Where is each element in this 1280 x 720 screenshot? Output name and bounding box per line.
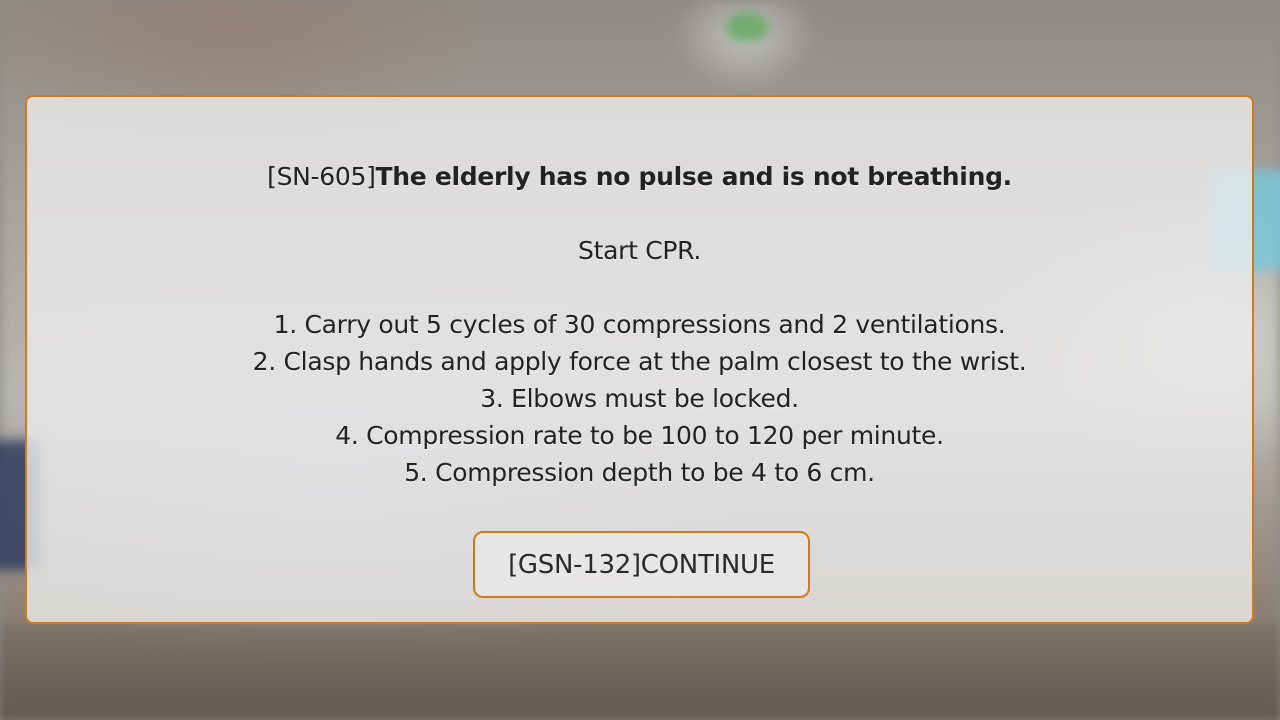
scene-floor [0, 625, 1280, 720]
cpr-instruction-dialog: [SN-605]The elderly has no pulse and is … [25, 95, 1254, 624]
cpr-step: 1. Carry out 5 cycles of 30 compressions… [273, 310, 1006, 339]
dialog-headline: [SN-605]The elderly has no pulse and is … [27, 158, 1252, 195]
headline-text: The elderly has no pulse and is not brea… [375, 162, 1013, 191]
cpr-step: 2. Clasp hands and apply force at the pa… [252, 347, 1027, 376]
cpr-step: 3. Elbows must be locked. [480, 384, 799, 413]
cpr-steps-list: 1. Carry out 5 cycles of 30 compressions… [27, 306, 1252, 491]
cpr-step: 4. Compression rate to be 100 to 120 per… [335, 421, 944, 450]
cpr-step: 5. Compression depth to be 4 to 6 cm. [404, 458, 875, 487]
dialog-subheading: Start CPR. [578, 236, 701, 265]
scene-blur-accent [725, 12, 769, 42]
headline-code: [SN-605] [267, 162, 376, 191]
continue-button[interactable]: [GSN-132]CONTINUE [473, 531, 810, 598]
